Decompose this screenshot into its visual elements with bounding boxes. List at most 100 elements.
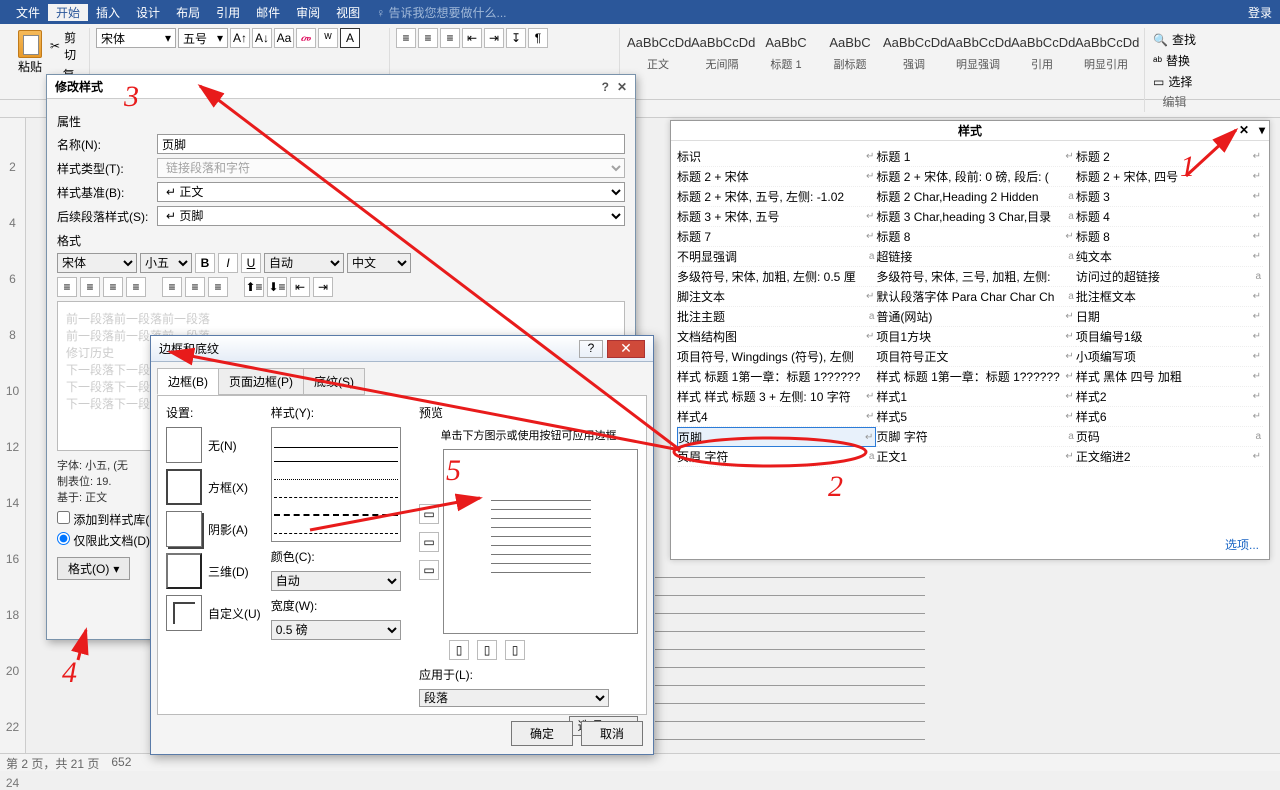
border-width-select[interactable]: 0.5 磅 (271, 620, 401, 640)
close-icon[interactable]: ✕ (607, 340, 645, 358)
replace-button[interactable]: ᵃᵇ替换 (1151, 51, 1198, 70)
based-on-select[interactable]: ↵ 正文 (157, 182, 625, 202)
borders-titlebar[interactable]: 边框和底纹 ? ✕ (151, 336, 653, 362)
border-left-button[interactable]: ▯ (449, 640, 469, 660)
next-style-select[interactable]: ↵ 页脚 (157, 206, 625, 226)
cut-button[interactable]: ✂剪切 (48, 28, 83, 64)
style-entry[interactable]: 标题 2 + 宋体↵ (677, 167, 876, 187)
style-entry[interactable]: 标题 8↵ (1076, 227, 1263, 247)
align-justify-button[interactable]: ≡ (126, 277, 146, 297)
style-entry[interactable]: 项目符号正文↵ (876, 347, 1075, 367)
style-entry[interactable]: 样式 标题 1第一章：标题 1?????? (677, 367, 876, 387)
border-color-select[interactable]: 自动 (271, 571, 401, 591)
style-entry[interactable]: 标题 7↵ (677, 227, 876, 247)
style-entry[interactable]: 多级符号, 宋体, 加粗, 左侧: 0.5 厘 (677, 267, 876, 287)
style-entry[interactable]: 小项编写项↵ (1076, 347, 1263, 367)
ok-button[interactable]: 确定 (511, 721, 573, 746)
font-size-combo[interactable]: 五号▾ (178, 28, 228, 48)
style-gallery-item[interactable]: AaBbC副标题 (818, 28, 882, 84)
indent-right-button[interactable]: ⇥ (313, 277, 333, 297)
style-entry[interactable]: 标识↵ (677, 147, 876, 167)
menu-home[interactable]: 开始 (48, 4, 88, 21)
modify-style-titlebar[interactable]: 修改样式 ?✕ (47, 75, 635, 99)
style-entry[interactable]: 标题 1↵ (876, 147, 1075, 167)
menu-mailings[interactable]: 邮件 (248, 4, 288, 21)
border-right-button[interactable]: ▯ (505, 640, 525, 660)
close-icon[interactable]: ✕ (617, 80, 627, 94)
style-entry[interactable]: 样式 样式 标题 3 + 左侧: 10 字符↵ (677, 387, 876, 407)
line-spacing-1-button[interactable]: ≡ (162, 277, 182, 297)
style-entry[interactable]: 样式4↵ (677, 407, 876, 427)
style-entry[interactable]: 标题 2↵ (1076, 147, 1263, 167)
char-count[interactable]: 652 (111, 755, 131, 770)
style-entry[interactable]: 批注主题a (677, 307, 876, 327)
align-right-button[interactable]: ≡ (103, 277, 123, 297)
style-entry[interactable]: 项目符号, Wingdings (符号), 左侧 (677, 347, 876, 367)
style-entry[interactable]: 标题 2 + 宋体, 四号↵ (1076, 167, 1263, 187)
shrink-font-button[interactable]: A↓ (252, 28, 272, 48)
format-menu-button[interactable]: 格式(O) ▾ (57, 557, 130, 580)
decrease-indent-button[interactable]: ⇤ (462, 28, 482, 48)
style-entry[interactable]: 默认段落字体 Para Char Char Cha (876, 287, 1075, 307)
style-gallery-item[interactable]: AaBbCcDd明显强调 (946, 28, 1010, 84)
style-entry[interactable]: 样式6↵ (1076, 407, 1263, 427)
style-entry[interactable]: 标题 3 Char,heading 3 Char,目录a (876, 207, 1075, 227)
tab-page-border[interactable]: 页面边框(P) (218, 368, 304, 395)
style-entry[interactable]: 访问过的超链接a (1076, 267, 1263, 287)
menu-insert[interactable]: 插入 (88, 4, 128, 21)
show-marks-button[interactable]: ¶ (528, 28, 548, 48)
italic-button[interactable]: I (218, 253, 238, 273)
space-after-button[interactable]: ⬇≡ (267, 277, 287, 297)
style-entry[interactable]: 标题 2 + 宋体, 段前: 0 磅, 段后: ( (876, 167, 1075, 187)
bold-button[interactable]: B (195, 253, 215, 273)
styles-options-link[interactable]: 选项... (1225, 536, 1259, 553)
select-button[interactable]: ▭选择 (1151, 72, 1198, 91)
style-entry[interactable]: 样式 黑体 四号 加粗↵ (1076, 367, 1263, 387)
numbering-button[interactable]: ≡ (418, 28, 438, 48)
menu-design[interactable]: 设计 (128, 4, 168, 21)
tab-border[interactable]: 边框(B) (157, 368, 219, 395)
char-border-button[interactable]: A (340, 28, 360, 48)
setting-none[interactable]: 无(N) (166, 427, 263, 463)
border-bottom-button[interactable]: ▭ (419, 560, 439, 580)
border-hmiddle-button[interactable]: ▭ (419, 532, 439, 552)
menu-file[interactable]: 文件 (8, 4, 48, 21)
style-entry[interactable]: 正文1↵ (876, 447, 1075, 467)
style-entry[interactable]: 超链接a (876, 247, 1075, 267)
line-spacing-2-button[interactable]: ≡ (208, 277, 228, 297)
paste-button[interactable]: 粘贴 (12, 28, 48, 118)
style-name-input[interactable] (157, 134, 625, 154)
clear-format-button[interactable]: መ (296, 28, 316, 48)
style-gallery-item[interactable]: AaBbCcDd强调 (882, 28, 946, 84)
font-name-combo[interactable]: 宋体▾ (96, 28, 176, 48)
indent-left-button[interactable]: ⇤ (290, 277, 310, 297)
style-entry[interactable]: 批注框文本↵ (1076, 287, 1263, 307)
style-entry[interactable]: 标题 4↵ (1076, 207, 1263, 227)
style-gallery-item[interactable]: AaBbCcDd明显引用 (1074, 28, 1138, 84)
style-entry[interactable]: 标题 2 + 宋体, 五号, 左侧: -1.02 (677, 187, 876, 207)
style-entry[interactable]: 页码a (1076, 427, 1263, 447)
styles-pane-close[interactable]: ✕ (1239, 123, 1249, 137)
style-entry[interactable]: 样式5↵ (876, 407, 1075, 427)
fmt-size-select[interactable]: 小五 (140, 253, 192, 273)
border-vmiddle-button[interactable]: ▯ (477, 640, 497, 660)
setting-shadow[interactable]: 阴影(A) (166, 511, 263, 547)
menu-references[interactable]: 引用 (208, 4, 248, 21)
find-button[interactable]: 🔍查找 (1151, 30, 1198, 49)
tab-shading[interactable]: 底纹(S) (303, 368, 365, 395)
border-top-button[interactable]: ▭ (419, 504, 439, 524)
fmt-lang-select[interactable]: 中文 (347, 253, 411, 273)
page-indicator[interactable]: 第 2 页，共 21 页 (6, 755, 99, 770)
login-button[interactable]: 登录 (1248, 4, 1272, 21)
style-entry[interactable]: 标题 3 + 宋体, 五号↵ (677, 207, 876, 227)
sort-button[interactable]: ↧ (506, 28, 526, 48)
tell-me[interactable]: ♀ 告诉我您想要做什么... (368, 4, 514, 21)
bullets-button[interactable]: ≡ (396, 28, 416, 48)
style-entry[interactable]: 标题 2 Char,Heading 2 Hiddena (876, 187, 1075, 207)
style-entry[interactable]: 页眉 字符a (677, 447, 876, 467)
style-entry[interactable]: 脚注文本↵ (677, 287, 876, 307)
style-gallery-item[interactable]: AaBbC标题 1 (754, 28, 818, 84)
change-case-button[interactable]: Aa (274, 28, 294, 48)
style-entry[interactable]: 日期↵ (1076, 307, 1263, 327)
style-entry[interactable]: 普通(网站)↵ (876, 307, 1075, 327)
